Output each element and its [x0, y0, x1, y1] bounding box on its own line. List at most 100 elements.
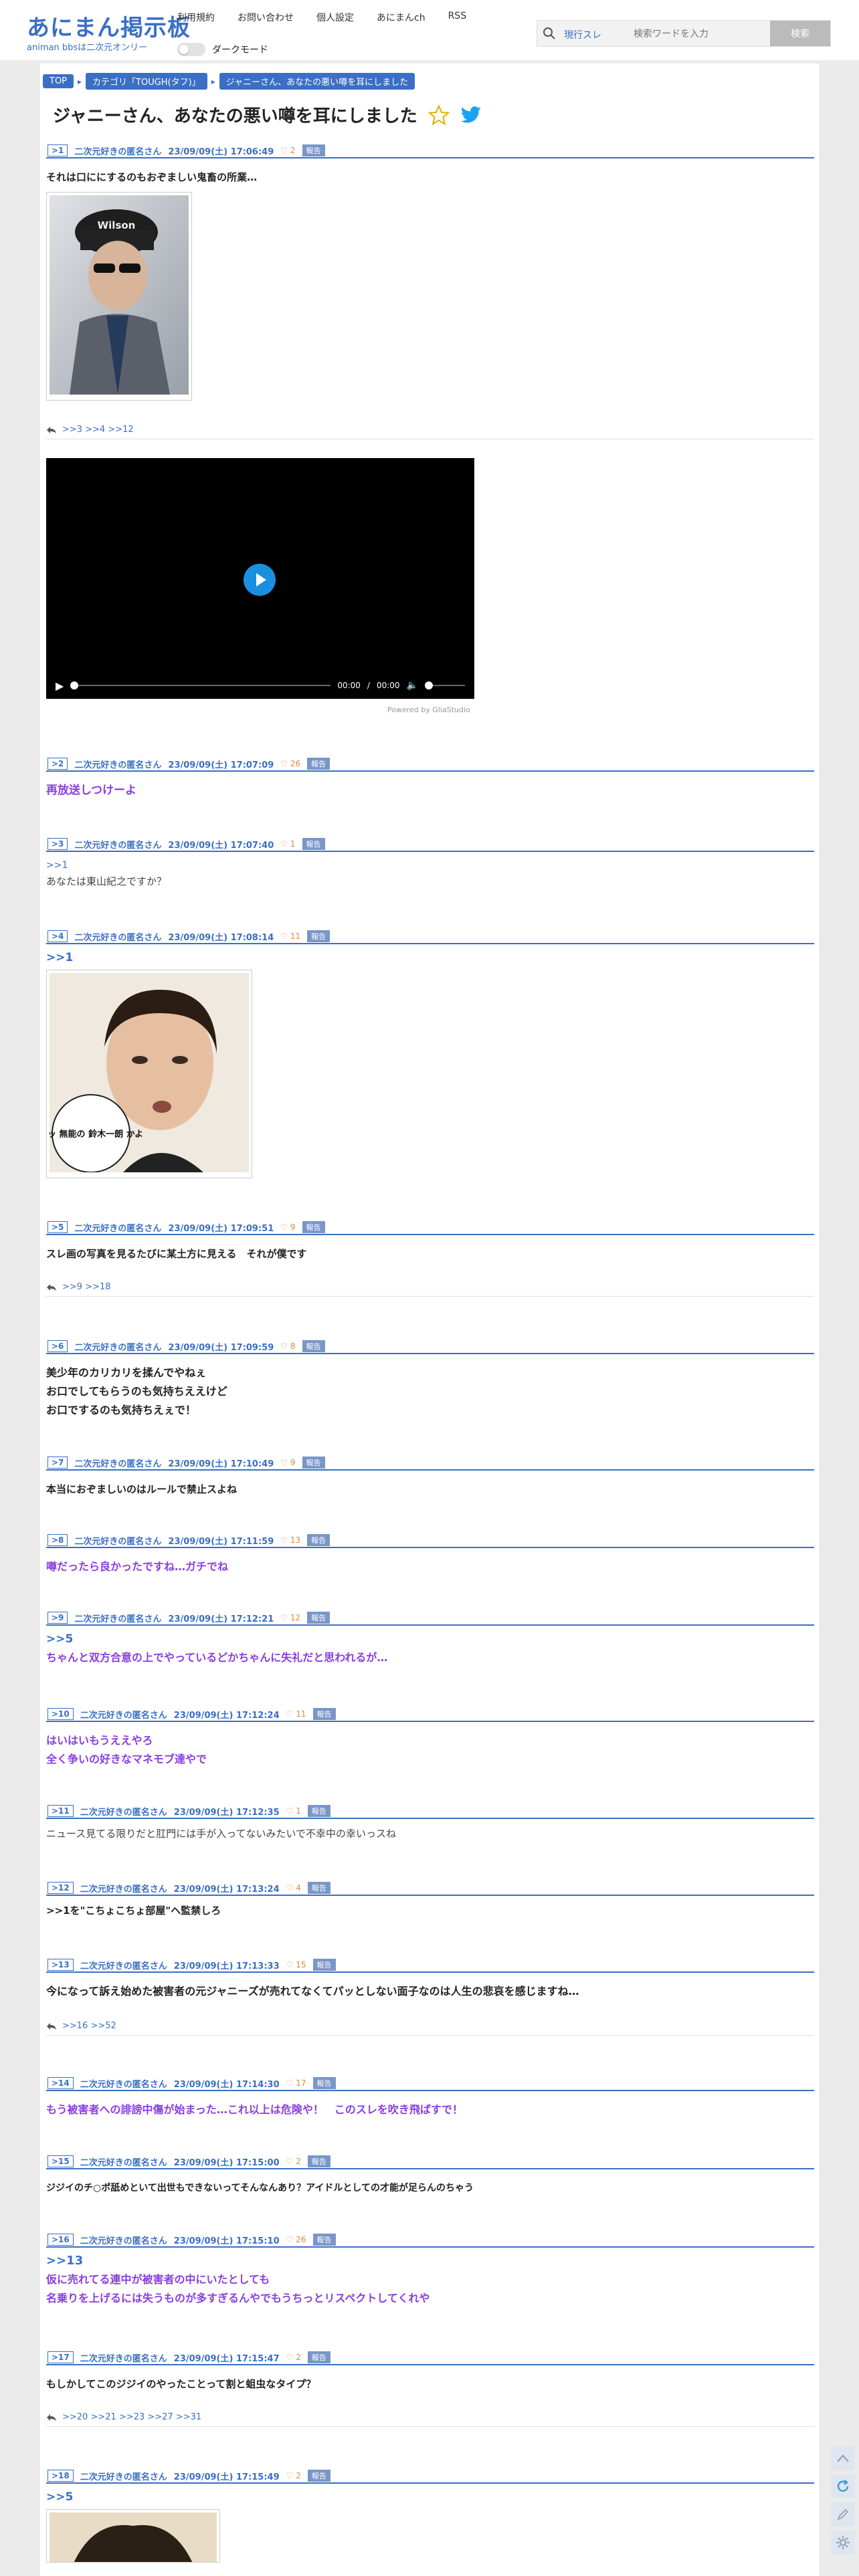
report-button[interactable]: 報告	[312, 1959, 336, 1971]
post-number[interactable]: >6	[47, 1340, 68, 1352]
like-button[interactable]: ♡ 9	[280, 1458, 295, 1467]
like-button[interactable]: ♡ 2	[286, 2157, 301, 2166]
post-number[interactable]: >13	[47, 1959, 74, 1971]
reload-button[interactable]	[831, 2474, 855, 2498]
reply-links[interactable]: >>16 >>52	[62, 2021, 116, 2031]
like-button[interactable]: ♡ 2	[280, 146, 295, 155]
post-date: 23/09/09(土) 17:11:59	[168, 1536, 274, 1547]
dark-mode-toggle[interactable]	[177, 43, 205, 56]
report-button[interactable]: 報告	[302, 1340, 325, 1352]
like-button[interactable]: ♡ 1	[280, 839, 295, 849]
search-input[interactable]	[631, 24, 765, 43]
video-progress-slider[interactable]	[70, 681, 331, 689]
nav-settings-link[interactable]: 個人設定	[316, 11, 354, 24]
like-button[interactable]: ♡ 13	[280, 1535, 300, 1545]
like-button[interactable]: ♡ 2	[286, 2353, 301, 2362]
post-number[interactable]: >9	[47, 1612, 68, 1624]
settings-button[interactable]	[831, 2531, 855, 2555]
report-button[interactable]: 報告	[307, 1805, 330, 1817]
like-button[interactable]: ♡ 11	[286, 1709, 306, 1719]
post-date: 23/09/09(土) 17:06:49	[168, 146, 274, 157]
post-number[interactable]: >7	[47, 1457, 68, 1469]
play-icon[interactable]	[244, 564, 276, 596]
like-button[interactable]: ♡ 17	[286, 2078, 306, 2088]
post-number[interactable]: >5	[47, 1221, 68, 1233]
like-button[interactable]: ♡ 1	[286, 1806, 301, 1816]
anchor-link[interactable]: >>5	[46, 1630, 814, 1648]
post-number[interactable]: >11	[47, 1805, 74, 1817]
post-number[interactable]: >17	[47, 2351, 74, 2363]
search-button[interactable]: 検索	[770, 21, 830, 46]
report-button[interactable]: 報告	[307, 2351, 330, 2363]
like-button[interactable]: ♡ 26	[280, 759, 300, 768]
anchor-link[interactable]: >>5	[46, 2488, 814, 2506]
post-image[interactable]	[46, 2509, 220, 2563]
site-logo[interactable]: あにまん掲示板 animan bbsは二次元オンリー	[27, 15, 191, 53]
report-button[interactable]: 報告	[307, 1612, 330, 1624]
anchor-link[interactable]: >>1	[46, 857, 814, 873]
nav-rss-link[interactable]: RSS	[448, 11, 467, 24]
post-3: >3 二次元好きの匿名さん 23/09/09(土) 17:07:40 ♡ 1 報…	[46, 837, 814, 889]
report-button[interactable]: 報告	[307, 1882, 330, 1894]
man-face-manga-photo: チッ 無能の 鈴木一朗 かよ	[39, 973, 249, 1173]
twitter-share-icon[interactable]	[460, 106, 482, 124]
post-number[interactable]: >14	[47, 2077, 74, 2089]
nav-terms-link[interactable]: 利用規約	[177, 11, 215, 24]
like-button[interactable]: ♡ 4	[286, 1883, 301, 1893]
volume-slider[interactable]	[425, 681, 465, 689]
post-number[interactable]: >4	[47, 930, 68, 942]
like-button[interactable]: ♡ 15	[286, 1960, 306, 1969]
anchor-link[interactable]: >>13	[46, 2252, 814, 2270]
video-player[interactable]: ▶ 00:00 / 00:00 🔈	[46, 458, 474, 699]
post-body: >>13 仮に売れてる連中が被害者の中にいたとしても 名乗りを上げるには失うもの…	[46, 2252, 814, 2308]
volume-icon[interactable]: 🔈	[407, 680, 418, 691]
post-number[interactable]: >10	[47, 1708, 74, 1720]
post-image[interactable]: Wilson	[46, 192, 192, 401]
report-button[interactable]: 報告	[307, 1534, 330, 1546]
like-button[interactable]: ♡ 26	[286, 2235, 306, 2244]
search-scope-select[interactable]: 現行スレ	[564, 28, 601, 41]
post-body: はいはいもうええやろ 全く争いの好きなマネモブ達やで	[46, 1731, 814, 1769]
report-button[interactable]: 報告	[307, 2155, 330, 2167]
anchor-link[interactable]: >>1	[46, 948, 814, 967]
breadcrumb-top[interactable]: TOP	[43, 74, 74, 88]
write-button[interactable]	[831, 2502, 855, 2527]
report-button[interactable]: 報告	[312, 2234, 336, 2246]
post-number[interactable]: >12	[47, 1882, 74, 1894]
play-small-icon[interactable]: ▶	[56, 679, 64, 692]
post-date: 23/09/09(土) 17:12:24	[173, 1710, 280, 1721]
like-button[interactable]: ♡ 11	[280, 932, 300, 941]
like-button[interactable]: ♡ 9	[280, 1222, 295, 1232]
post-number[interactable]: >15	[47, 2155, 74, 2167]
poster-name: 二次元好きの匿名さん	[80, 1807, 167, 1818]
report-button[interactable]: 報告	[302, 838, 325, 850]
report-button[interactable]: 報告	[312, 1708, 336, 1720]
scroll-top-button[interactable]	[831, 2446, 855, 2470]
like-button[interactable]: ♡ 12	[280, 1613, 300, 1622]
report-button[interactable]: 報告	[307, 2470, 330, 2482]
like-button[interactable]: ♡ 8	[280, 1341, 295, 1351]
report-button[interactable]: 報告	[307, 930, 330, 942]
breadcrumb-thread[interactable]: ジャニーさん、あなたの悪い噂を耳にしました	[219, 73, 415, 90]
nav-animanch-link[interactable]: あにまんch	[377, 11, 425, 24]
post-number[interactable]: >2	[47, 758, 68, 770]
reply-links[interactable]: >>20 >>21 >>23 >>27 >>31	[62, 2412, 201, 2422]
like-count: 2	[296, 2157, 301, 2166]
report-button[interactable]: 報告	[307, 758, 330, 770]
report-button[interactable]: 報告	[302, 1457, 325, 1469]
post-number[interactable]: >8	[47, 1534, 68, 1546]
report-button[interactable]: 報告	[302, 144, 325, 156]
report-button[interactable]: 報告	[302, 1221, 325, 1233]
post-image[interactable]: チッ 無能の 鈴木一朗 かよ	[39, 970, 252, 1178]
post-number[interactable]: >3	[47, 838, 68, 850]
reply-links[interactable]: >>9 >>18	[62, 1282, 111, 1292]
post-number[interactable]: >18	[47, 2470, 74, 2482]
breadcrumb-category[interactable]: カテゴリ「TOUGH(タフ)」	[86, 73, 207, 90]
nav-contact-link[interactable]: お問い合わせ	[237, 11, 294, 24]
like-button[interactable]: ♡ 2	[286, 2471, 301, 2480]
reply-links[interactable]: >>3 >>4 >>12	[62, 425, 134, 435]
post-number[interactable]: >16	[47, 2234, 74, 2246]
favorite-star-icon[interactable]	[427, 104, 450, 126]
report-button[interactable]: 報告	[312, 2077, 336, 2089]
post-number[interactable]: >1	[47, 144, 68, 156]
